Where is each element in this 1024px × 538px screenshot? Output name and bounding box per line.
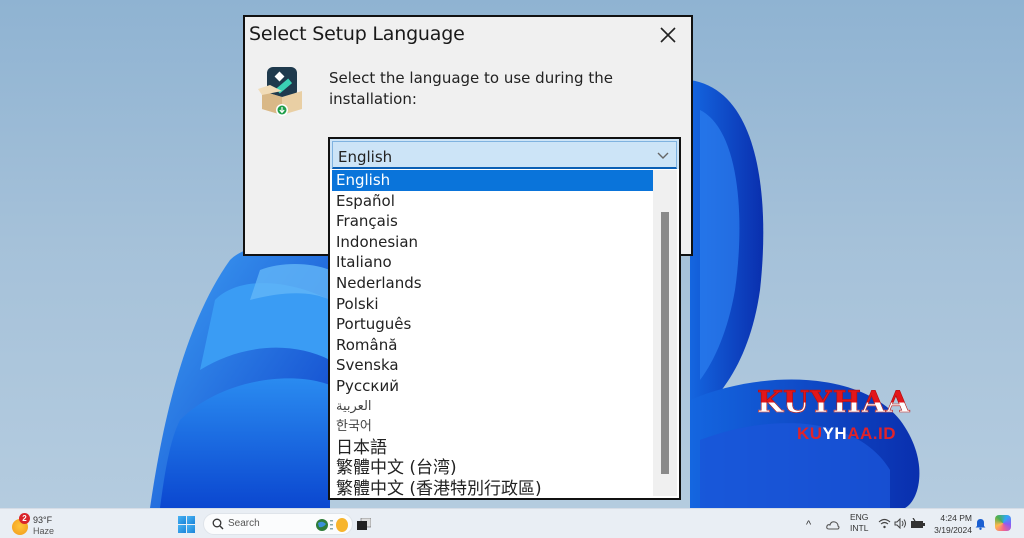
language-option[interactable]: 繁體中文 (香港特別行政區) (332, 479, 653, 498)
language-option[interactable]: 繁體中文 (台湾) (332, 458, 653, 479)
copilot-icon[interactable] (995, 515, 1011, 531)
installer-box-icon (258, 65, 306, 117)
search-icon (212, 518, 224, 530)
weather-widget[interactable]: 2 93°F Haze (10, 513, 70, 537)
language-select-value: English (338, 148, 393, 166)
task-view-icon[interactable] (357, 518, 371, 530)
wifi-icon[interactable] (878, 518, 891, 529)
language-option[interactable]: Русский (332, 376, 653, 397)
language-option[interactable]: English (332, 170, 653, 191)
weather-temperature: 93°F (33, 515, 53, 525)
watermark-sub-part2: YH (822, 424, 848, 443)
language-option[interactable]: Español (332, 191, 653, 212)
onedrive-icon[interactable] (826, 519, 840, 531)
language-option[interactable]: Português (332, 314, 653, 335)
windows-logo-icon (178, 516, 186, 524)
language-option[interactable]: Română (332, 335, 653, 356)
clock-date: 3/19/2024 (934, 525, 972, 535)
watermark-subtitle: KUYHAA.ID (797, 424, 896, 444)
chevron-down-icon[interactable] (656, 150, 670, 160)
volume-icon[interactable] (894, 518, 907, 529)
language-option[interactable]: Nederlands (332, 273, 653, 294)
language-option[interactable]: Polski (332, 294, 653, 315)
start-button[interactable] (178, 516, 195, 533)
language-option[interactable]: Français (332, 211, 653, 232)
keyboard-layout: INTL (850, 523, 869, 533)
dialog-prompt: Select the language to use during the in… (329, 69, 613, 108)
language-select-field[interactable]: English (332, 141, 677, 169)
language-option[interactable]: Italiano (332, 252, 653, 273)
close-icon (660, 27, 676, 43)
language-option[interactable]: Svenska (332, 355, 653, 376)
clock[interactable]: 4:24 PM 3/19/2024 (932, 512, 972, 536)
weather-condition: Haze (33, 526, 55, 536)
input-language-indicator[interactable]: ENG INTL (850, 512, 868, 534)
language-option[interactable]: العربية (332, 397, 653, 418)
notification-bell-icon[interactable] (975, 518, 986, 530)
weather-badge: 2 (19, 513, 30, 524)
language-dropdown-list[interactable]: English Español Français Indonesian Italiano… (328, 169, 681, 500)
language-select[interactable]: English (328, 137, 681, 169)
scrollbar[interactable] (653, 170, 677, 496)
language-option[interactable]: Indonesian (332, 232, 653, 253)
dialog-title: Select Setup Language (249, 23, 465, 45)
battery-icon[interactable] (910, 518, 926, 529)
clock-time: 4:24 PM (940, 513, 972, 523)
language-option[interactable]: 한국어 (332, 417, 653, 438)
taskbar: 2 93°F Haze Search ^ ENG INTL 4:24 PM 3/… (0, 508, 1024, 538)
language-code: ENG (850, 512, 869, 522)
scrollbar-thumb[interactable] (661, 212, 669, 474)
watermark-sub-part3: AA.ID (847, 424, 896, 443)
search-highlight-icon (316, 518, 348, 532)
watermark-title: KUYHAA (757, 385, 911, 421)
close-button[interactable] (653, 21, 683, 49)
watermark-sub-part1: KU (797, 424, 823, 443)
show-hidden-icons-chevron[interactable]: ^ (806, 519, 811, 531)
search-placeholder: Search (228, 518, 260, 529)
taskbar-search[interactable]: Search (203, 513, 353, 535)
language-option[interactable]: 日本語 (332, 438, 653, 459)
language-options: English Español Français Indonesian Italiano… (332, 170, 653, 498)
